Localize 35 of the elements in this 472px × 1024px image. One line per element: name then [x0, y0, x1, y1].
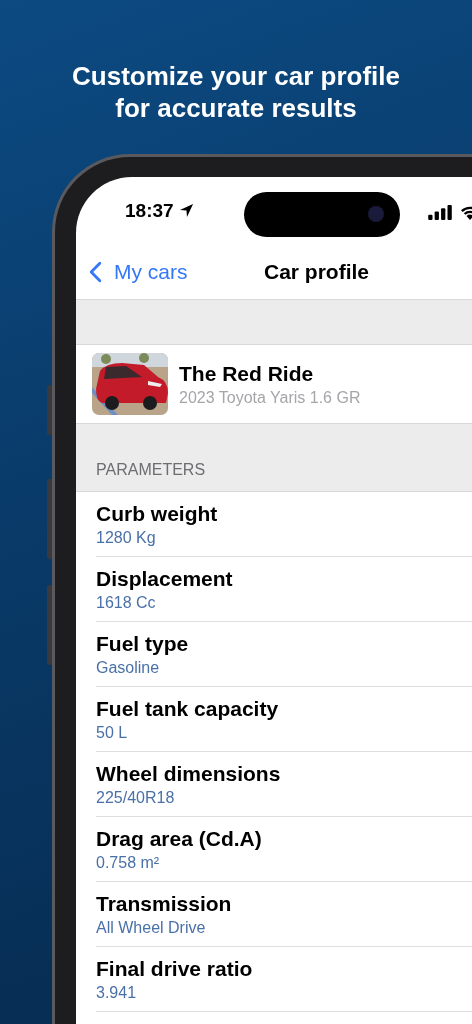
back-button[interactable]: My cars	[89, 259, 188, 284]
parameter-row[interactable]: Drag area (Cd.A) 0.758 m²	[96, 817, 472, 882]
parameter-value: 0.758 m²	[96, 853, 161, 872]
car-row[interactable]: The Red Ride 2023 Toyota Yaris 1.6 GR	[76, 345, 472, 423]
chevron-left-icon	[89, 260, 102, 283]
parameter-row[interactable]: Curb weight 1280 Kg	[96, 492, 472, 557]
car-model: 2023 Toyota Yaris 1.6 GR	[179, 388, 361, 407]
parameter-label: Drag area (Cd.A)	[96, 826, 263, 851]
parameter-value: 225/40R18	[96, 788, 176, 807]
status-time: 18:37	[125, 199, 174, 222]
car-name: The Red Ride	[179, 361, 315, 386]
parameter-value: 1280 Kg	[96, 528, 157, 547]
parameter-value: 1618 Cc	[96, 593, 157, 612]
parameter-label: Curb weight	[96, 501, 219, 526]
parameter-label: Displacement	[96, 566, 234, 591]
parameter-label: Final drive ratio	[96, 956, 254, 981]
signal-icon	[428, 205, 452, 220]
parameter-value: Gasoline	[96, 658, 161, 677]
parameter-value: 3.941	[96, 983, 138, 1002]
parameter-row[interactable]: Wheel dimensions 225/40R18	[96, 752, 472, 817]
parameter-value: 50 L	[96, 723, 129, 742]
parameter-row[interactable]: Fuel type Gasoline	[96, 622, 472, 687]
parameter-label: Transmission	[96, 891, 233, 916]
section-header: PARAMETERS	[96, 461, 206, 479]
parameter-label: Fuel type	[96, 631, 190, 656]
parameter-row[interactable]: Displacement 1618 Cc	[96, 557, 472, 622]
screen-title: Car profile	[264, 259, 370, 284]
parameter-label: Fuel tank capacity	[96, 696, 280, 721]
parameter-row[interactable]: Final drive ratio 3.941	[96, 947, 472, 1012]
headline: Customize your car profile for accurate results	[71, 60, 401, 124]
parameter-value: All Wheel Drive	[96, 918, 207, 937]
parameter-row[interactable]: Fuel tank capacity 50 L	[96, 687, 472, 752]
parameter-row[interactable]: Transmission All Wheel Drive	[96, 882, 472, 947]
parameter-label: Wheel dimensions	[96, 761, 282, 786]
location-arrow-icon	[178, 203, 194, 218]
